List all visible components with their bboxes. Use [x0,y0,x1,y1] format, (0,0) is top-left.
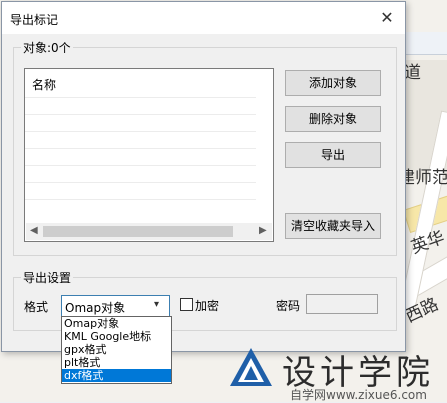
format-option-omap[interactable]: Omap对象 [62,317,171,330]
close-icon[interactable]: ✕ [374,6,400,30]
map-toolbar[interactable] [400,32,447,55]
format-select[interactable]: Omap对象 ▾ [61,295,170,317]
encrypt-label: 加密 [195,299,220,313]
list-row-divider [25,199,256,200]
list-row-divider [25,182,256,183]
scroll-left-icon[interactable]: ◀ [30,225,38,236]
chevron-down-icon[interactable]: ▾ [154,299,159,310]
format-option-gpx[interactable]: gpx格式 [62,343,171,356]
watermark-logo-icon [230,348,272,386]
export-settings-legend: 导出设置 [21,269,74,286]
list-row-divider [25,114,256,115]
objects-legend: 对象:0个 [21,39,73,56]
list-row-divider [25,131,256,132]
title-bar: 导出标记 ✕ [2,2,405,34]
format-select-value: Omap对象 [65,301,126,315]
format-label: 格式 [24,300,49,314]
list-row-divider [25,97,256,98]
delete-object-button[interactable]: 删除对象 [285,106,381,132]
password-label: 密码 [276,299,301,313]
add-object-button[interactable]: 添加对象 [285,70,381,96]
format-option-dxf[interactable]: dxf格式 [62,369,171,382]
horizontal-scrollbar[interactable]: ◀ ▶ [26,223,272,240]
format-option-kml[interactable]: KML Google地标 [62,330,171,343]
format-dropdown-list[interactable]: Omap对象 KML Google地标 gpx格式 plt格式 dxf格式 [61,316,172,384]
scrollbar-thumb[interactable] [43,226,233,237]
scroll-right-icon[interactable]: ▶ [259,225,267,236]
map-label: 道 [404,63,421,83]
watermark-subtitle: 自学网www.zixue6.com [290,388,427,402]
dialog-title: 导出标记 [10,13,59,27]
password-field[interactable] [306,294,378,314]
export-button[interactable]: 导出 [285,142,381,168]
object-list[interactable]: 名称 ◀ ▶ [24,68,274,242]
format-option-plt[interactable]: plt格式 [62,356,171,369]
list-row-divider [25,165,256,166]
clear-favorites-import-button[interactable]: 清空收藏夹导入 [285,213,381,239]
list-row-divider [25,148,256,149]
list-column-name: 名称 [32,78,57,92]
encrypt-checkbox[interactable] [180,298,193,311]
